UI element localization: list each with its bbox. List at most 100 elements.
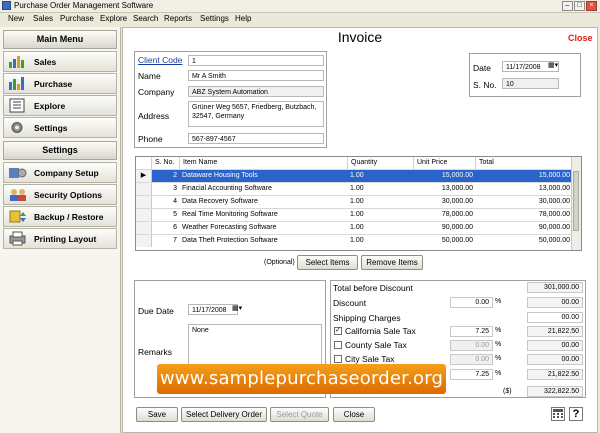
cell-item-name: Real Time Monitoring Software xyxy=(182,211,278,218)
calendar-dropdown-icon[interactable]: ▦▾ xyxy=(548,61,558,69)
percent-symbol: % xyxy=(495,327,502,334)
due-calendar-icon[interactable]: ▦▾ xyxy=(232,304,242,312)
discount-percent-field[interactable]: 0.00 xyxy=(450,297,493,308)
close-button[interactable]: Close xyxy=(333,407,375,422)
due-date-label: Due Date xyxy=(138,306,174,316)
sidebar-item-company-setup[interactable]: Company Setup xyxy=(3,162,117,183)
select-delivery-order-button[interactable]: Select Delivery Order xyxy=(181,407,267,422)
window-close-icon[interactable]: × xyxy=(586,1,597,11)
sidebar-item-purchase[interactable]: Purchase xyxy=(3,73,117,94)
client-code-field[interactable]: 1 xyxy=(188,55,324,66)
menu-help[interactable]: Help xyxy=(235,14,251,23)
column-header[interactable]: Unit Price xyxy=(414,157,476,169)
optional-label: (Optional) xyxy=(264,259,295,266)
sidebar-item-label: Settings xyxy=(34,123,68,133)
row-selector xyxy=(136,209,152,221)
california-percent-field[interactable]: 7.25 xyxy=(450,326,493,337)
sidebar-item-label: Explore xyxy=(34,101,66,111)
save-button[interactable]: Save xyxy=(136,407,178,422)
sidebar-item-explore[interactable]: Explore xyxy=(3,95,117,116)
cell-quantity: 1.00 xyxy=(350,172,364,179)
cell-sno: 4 xyxy=(173,198,177,205)
company-field[interactable]: ABZ System Automation xyxy=(188,86,324,97)
phone-label: Phone xyxy=(138,134,163,144)
remove-items-button[interactable]: Remove Items xyxy=(361,255,423,270)
sno-field[interactable]: 10 xyxy=(502,78,559,89)
table-row[interactable]: 7 Data Theft Protection Software 1.00 50… xyxy=(136,234,573,247)
shipping-field[interactable]: 00.00 xyxy=(527,312,583,323)
sidebar-item-security-options[interactable]: Security Options xyxy=(3,184,117,205)
menu-explore[interactable]: Explore xyxy=(100,14,127,23)
grand-total-value: 322,822.50 xyxy=(527,386,583,397)
cell-unit-price: 78,000.00 xyxy=(441,211,473,218)
menu-purchase[interactable]: Purchase xyxy=(60,14,94,23)
scrollbar-thumb[interactable] xyxy=(573,171,579,231)
cell-sno: 2 xyxy=(173,172,177,179)
select-quote-button[interactable]: Select Quote xyxy=(270,407,329,422)
city-percent-field[interactable]: 0.00 xyxy=(450,354,493,365)
name-label: Name xyxy=(138,71,161,81)
client-code-link[interactable]: Client Code xyxy=(138,55,182,65)
california-tax-checkbox[interactable]: ✓ xyxy=(334,327,342,335)
sidebar-item-sales[interactable]: Sales xyxy=(3,51,117,72)
menu-search[interactable]: Search xyxy=(133,14,158,23)
cell-unit-price: 15,000.00 xyxy=(441,172,473,179)
sno-label: S. No. xyxy=(473,80,497,90)
help-icon[interactable]: ? xyxy=(569,407,583,421)
menu-new[interactable]: New xyxy=(8,14,24,23)
column-header[interactable]: Total xyxy=(476,157,573,169)
sidebar-item-printing-layout[interactable]: Printing Layout xyxy=(3,228,117,249)
table-row[interactable]: 5 Real Time Monitoring Software 1.00 78,… xyxy=(136,208,573,221)
date-label: Date xyxy=(473,63,491,73)
cell-quantity: 1.00 xyxy=(350,185,364,192)
column-header[interactable]: Item Name xyxy=(180,157,348,169)
table-scrollbar[interactable] xyxy=(571,157,581,250)
minimize-icon[interactable]: – xyxy=(562,1,573,11)
select-items-button[interactable]: Select Items xyxy=(297,255,358,270)
printing-layout-icon xyxy=(9,231,26,246)
settings-gear-icon xyxy=(11,122,23,133)
total-before-discount-value: 301,000.00 xyxy=(527,282,583,293)
menu-settings[interactable]: Settings xyxy=(200,14,229,23)
menu-reports[interactable]: Reports xyxy=(164,14,192,23)
due-date-picker[interactable]: 11/17/2008 xyxy=(188,304,238,315)
city-tax-checkbox[interactable] xyxy=(334,355,342,363)
county-percent-field[interactable]: 0.00 xyxy=(450,340,493,351)
name-field[interactable]: Mr A Smith xyxy=(188,70,324,81)
purchase-chart-icon xyxy=(9,77,24,90)
cell-sno: 6 xyxy=(173,224,177,231)
sidebar-item-label: Security Options xyxy=(34,190,103,200)
cell-unit-price: 13,000.00 xyxy=(441,185,473,192)
table-row[interactable]: 3 Finacial Accounting Software 1.00 13,0… xyxy=(136,182,573,195)
table-row[interactable]: 6 Weather Forecasting Software 1.00 90,0… xyxy=(136,221,573,234)
menu-sales[interactable]: Sales xyxy=(33,14,53,23)
items-table[interactable]: S. No. Item Name Quantity Unit Price Tot… xyxy=(135,156,582,251)
close-link[interactable]: Close xyxy=(568,33,593,43)
sidebar-item-settings[interactable]: Settings xyxy=(3,117,117,138)
company-setup-icon xyxy=(9,168,27,178)
calculator-icon[interactable] xyxy=(551,407,565,421)
column-header[interactable]: Quantity xyxy=(348,157,414,169)
sidebar-item-backup-restore[interactable]: Backup / Restore xyxy=(3,206,117,227)
discount-value: 00.00 xyxy=(527,297,583,308)
phone-field[interactable]: 567-897-4567 xyxy=(188,133,324,144)
cell-unit-price: 50,000.00 xyxy=(441,237,473,244)
county-tax-checkbox[interactable] xyxy=(334,341,342,349)
row-selector xyxy=(136,235,152,247)
row-selector-icon: ▶ xyxy=(136,170,152,182)
cell-quantity: 1.00 xyxy=(350,224,364,231)
maximize-icon[interactable]: □ xyxy=(574,1,585,11)
page-title: Invoice xyxy=(337,29,383,45)
sidebar: Main Menu Sales Purchase Explore Setting… xyxy=(0,27,121,433)
column-header[interactable]: S. No. xyxy=(152,157,180,169)
sidebar-item-label: Printing Layout xyxy=(34,234,97,244)
table-row[interactable]: 4 Data Recovery Software 1.00 30,000.00 … xyxy=(136,195,573,208)
cell-item-name: Finacial Accounting Software xyxy=(182,185,272,192)
address-field[interactable]: Grüner Weg 5657, Friedberg, Butzbach, 32… xyxy=(188,101,324,127)
sidebar-item-label: Company Setup xyxy=(34,168,99,178)
window-title: Purchase Order Management Software xyxy=(14,1,154,10)
row-header-corner xyxy=(136,157,152,169)
table-row[interactable]: ▶ 2 Dataware Housing Tools 1.00 15,000.0… xyxy=(136,169,573,182)
cell-quantity: 1.00 xyxy=(350,198,364,205)
cell-sno: 5 xyxy=(173,211,177,218)
